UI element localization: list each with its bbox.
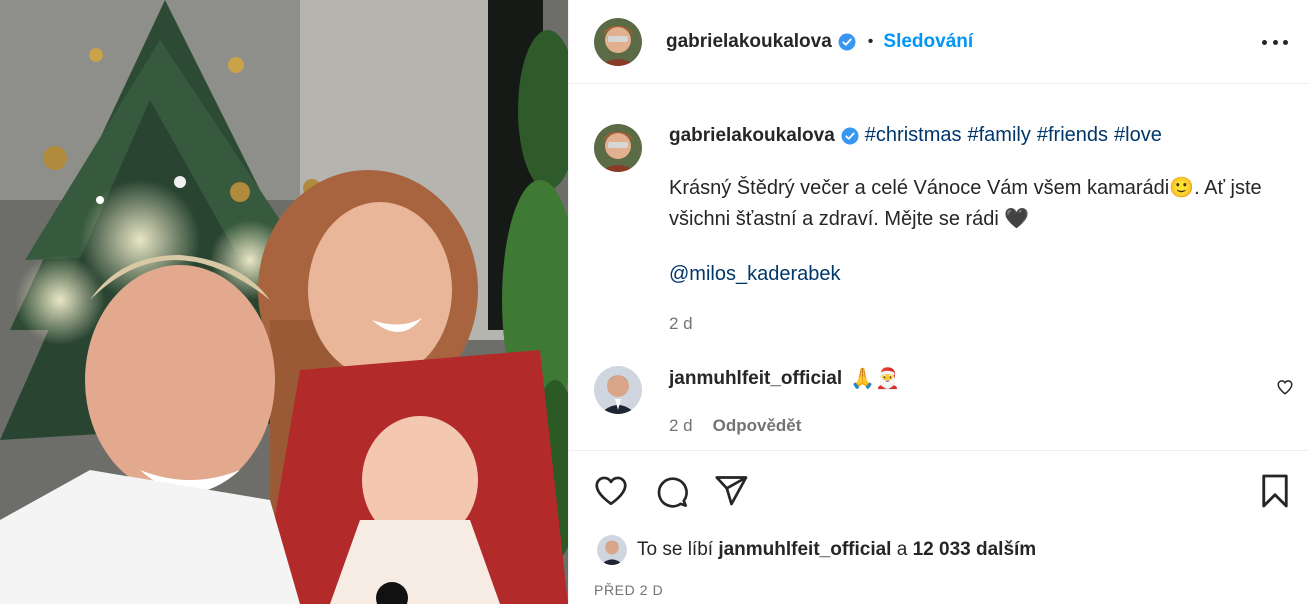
photo-image (0, 0, 568, 604)
likes-count[interactable]: 12 033 dalším (913, 539, 1037, 561)
reply-button[interactable]: Odpovědět (713, 416, 802, 436)
mention-link[interactable]: @milos_kaderabek (669, 259, 841, 290)
author-avatar[interactable] (594, 17, 642, 66)
hashtag-link[interactable]: #family (968, 124, 1031, 146)
heart-icon[interactable] (593, 473, 629, 514)
commenter-avatar[interactable] (594, 366, 642, 414)
likes-middle: a (891, 539, 913, 560)
post-date[interactable]: PŘED 2 D (594, 582, 663, 598)
hashtag-link[interactable]: #friends (1037, 124, 1108, 146)
post-side-panel: gabrielakoukalova • Sledování gabrielako… (568, 0, 1309, 604)
caption-author-avatar[interactable] (594, 124, 642, 172)
liker-avatar[interactable] (597, 535, 627, 565)
liker-username[interactable]: janmuhlfeit_official (718, 539, 891, 561)
more-options-icon[interactable] (1262, 30, 1288, 54)
caption-author-username[interactable]: gabrielakoukalova (669, 120, 835, 151)
comment-age[interactable]: 2 d (669, 416, 693, 436)
author-username[interactable]: gabrielakoukalova (666, 31, 832, 53)
caption-age[interactable]: 2 d (669, 308, 1294, 339)
commenter-username[interactable]: janmuhlfeit_official (669, 368, 842, 390)
comment-text: 🙏🎅 (850, 368, 900, 390)
bookmark-icon[interactable] (1259, 473, 1291, 514)
likes-summary[interactable]: To se líbí janmuhlfeit_official a 12 033… (597, 535, 1036, 565)
following-button[interactable]: Sledování (883, 31, 973, 53)
verified-badge-icon (841, 127, 859, 145)
comment-item: janmuhlfeit_official 🙏🎅 2 d Odpovědět (594, 366, 1294, 446)
post-header: gabrielakoukalova • Sledování (569, 0, 1309, 84)
verified-badge-icon (838, 33, 856, 51)
post-caption: gabrielakoukalova #christmas #family #frie… (594, 120, 1294, 339)
likes-prefix: To se líbí (637, 539, 719, 560)
comment-like-heart-icon[interactable] (1276, 378, 1294, 401)
send-icon[interactable] (713, 473, 749, 514)
action-bar (569, 450, 1309, 530)
caption-text: Krásný Štědrý večer a celé Vánoce Vám vš… (669, 177, 1262, 230)
hashtag-link[interactable]: #love (1114, 124, 1162, 146)
hashtag-list: #christmas #family #friends #love (865, 120, 1168, 151)
comment-icon[interactable] (653, 473, 689, 514)
hashtag-link[interactable]: #christmas (865, 124, 962, 146)
post-photo[interactable] (0, 0, 568, 604)
separator-dot: • (867, 32, 874, 50)
